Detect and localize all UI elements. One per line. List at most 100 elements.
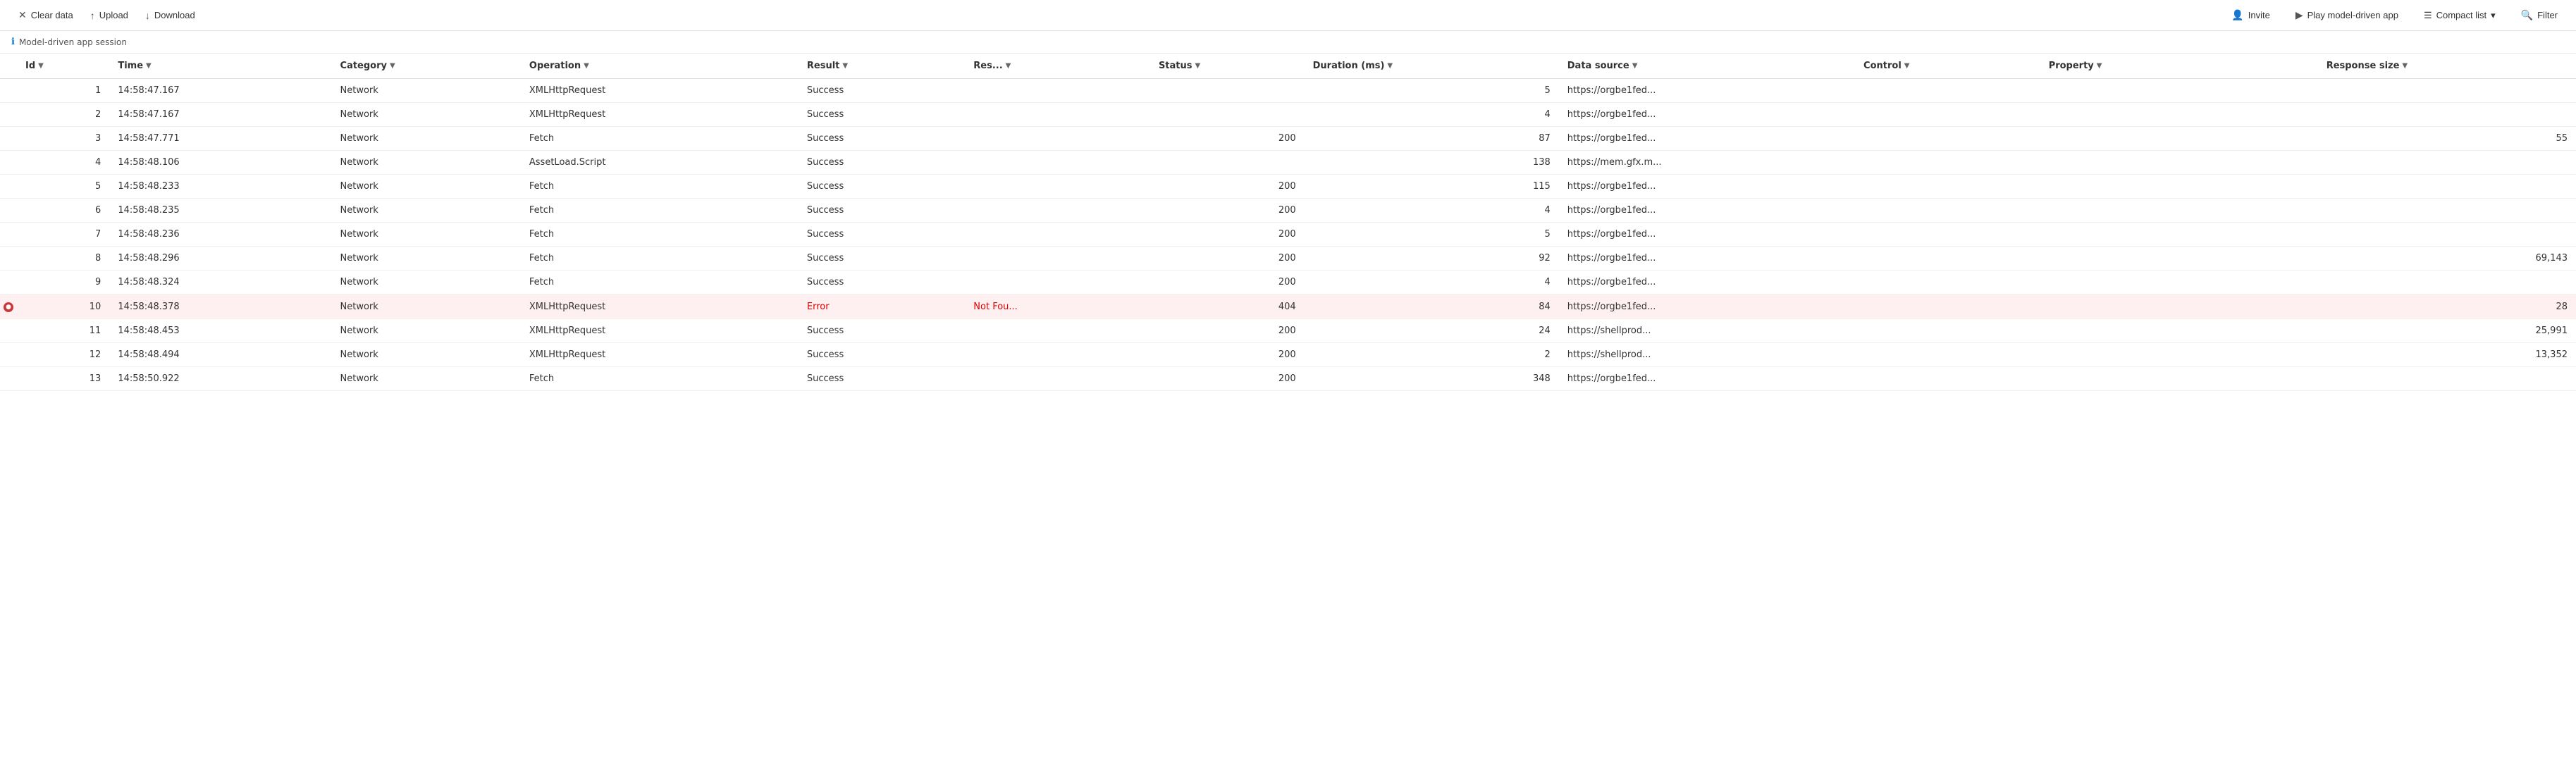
cell-result: Success (799, 247, 965, 271)
cell-operation: XMLHttpRequest (521, 343, 799, 367)
cell-datasource: https://orgbe1fed... (1559, 223, 1855, 247)
row-indicator (0, 79, 17, 103)
cell-operation: Fetch (521, 223, 799, 247)
sort-icon-property: ▼ (2097, 62, 2102, 70)
cell-status: 200 (1150, 127, 1305, 151)
download-button[interactable]: ↓ Download (138, 6, 202, 25)
play-model-driven-button[interactable]: ▶ Play model-driven app (2288, 6, 2405, 25)
table-row[interactable]: 614:58:48.235NetworkFetchSuccess2004http… (0, 199, 2576, 223)
cell-id: 7 (17, 223, 109, 247)
cell-property (2040, 79, 2318, 103)
chevron-down-icon: ▾ (2491, 10, 2496, 21)
table-row[interactable]: 914:58:48.324NetworkFetchSuccess2004http… (0, 271, 2576, 295)
table-row[interactable]: ●1014:58:48.378NetworkXMLHttpRequestErro… (0, 295, 2576, 319)
row-indicator (0, 127, 17, 151)
table-row[interactable]: 514:58:48.233NetworkFetchSuccess200115ht… (0, 175, 2576, 199)
th-operation[interactable]: Operation ▼ (521, 54, 799, 79)
table-row[interactable]: 1114:58:48.453NetworkXMLHttpRequestSucce… (0, 319, 2576, 343)
cell-res (965, 343, 1150, 367)
cell-id: 12 (17, 343, 109, 367)
cell-property (2040, 151, 2318, 175)
cell-duration: 87 (1305, 127, 1559, 151)
filter-button[interactable]: 🔍 Filter (2514, 6, 2565, 25)
cell-operation: Fetch (521, 271, 799, 295)
cell-status: 200 (1150, 223, 1305, 247)
table-container: Id ▼ Time ▼ Category ▼ (0, 54, 2576, 768)
cell-duration: 4 (1305, 271, 1559, 295)
table-body: 114:58:47.167NetworkXMLHttpRequestSucces… (0, 79, 2576, 391)
th-result[interactable]: Result ▼ (799, 54, 965, 79)
cell-datasource: https://orgbe1fed... (1559, 79, 1855, 103)
table-row[interactable]: 814:58:48.296NetworkFetchSuccess20092htt… (0, 247, 2576, 271)
table-row[interactable]: 314:58:47.771NetworkFetchSuccess20087htt… (0, 127, 2576, 151)
row-indicator (0, 247, 17, 271)
th-status-label: Status (1159, 61, 1193, 71)
clear-data-icon: ✕ (18, 9, 27, 21)
cell-res (965, 271, 1150, 295)
cell-operation: XMLHttpRequest (521, 319, 799, 343)
th-duration[interactable]: Duration (ms) ▼ (1305, 54, 1559, 79)
cell-id: 13 (17, 367, 109, 391)
cell-responsesize: 25,991 (2318, 319, 2576, 343)
cell-responsesize: 13,352 (2318, 343, 2576, 367)
cell-category: Network (332, 103, 521, 127)
row-indicator: ● (0, 295, 17, 319)
toolbar-left: ✕ Clear data ↑ Upload ↓ Download (11, 6, 202, 25)
clear-data-button[interactable]: ✕ Clear data (11, 6, 80, 25)
cell-status: 200 (1150, 271, 1305, 295)
table-row[interactable]: 414:58:48.106NetworkAssetLoad.ScriptSucc… (0, 151, 2576, 175)
cell-control (1855, 151, 2040, 175)
cell-time: 14:58:48.236 (109, 223, 331, 247)
th-status[interactable]: Status ▼ (1150, 54, 1305, 79)
cell-duration: 5 (1305, 79, 1559, 103)
cell-duration: 348 (1305, 367, 1559, 391)
invite-button[interactable]: 👤 Invite (2224, 6, 2277, 25)
cell-time: 14:58:48.233 (109, 175, 331, 199)
cell-time: 14:58:48.324 (109, 271, 331, 295)
cell-control (1855, 319, 2040, 343)
cell-control (1855, 271, 2040, 295)
cell-duration: 4 (1305, 103, 1559, 127)
table-row[interactable]: 114:58:47.167NetworkXMLHttpRequestSucces… (0, 79, 2576, 103)
sort-icon-category: ▼ (390, 62, 395, 70)
upload-label: Upload (99, 10, 128, 20)
th-id[interactable]: Id ▼ (17, 54, 109, 79)
cell-result: Success (799, 127, 965, 151)
cell-result: Success (799, 79, 965, 103)
cell-control (1855, 127, 2040, 151)
cell-category: Network (332, 175, 521, 199)
cell-time: 14:58:47.771 (109, 127, 331, 151)
cell-property (2040, 175, 2318, 199)
cell-category: Network (332, 151, 521, 175)
table-row[interactable]: 1214:58:48.494NetworkXMLHttpRequestSucce… (0, 343, 2576, 367)
compact-list-button[interactable]: ☰ Compact list ▾ (2417, 6, 2503, 25)
row-indicator (0, 175, 17, 199)
th-datasource[interactable]: Data source ▼ (1559, 54, 1855, 79)
th-res[interactable]: Res... ▼ (965, 54, 1150, 79)
sort-icon-responsesize: ▼ (2402, 62, 2408, 70)
th-control[interactable]: Control ▼ (1855, 54, 2040, 79)
cell-time: 14:58:48.106 (109, 151, 331, 175)
cell-result: Success (799, 367, 965, 391)
th-category[interactable]: Category ▼ (332, 54, 521, 79)
cell-control (1855, 199, 2040, 223)
th-time[interactable]: Time ▼ (109, 54, 331, 79)
th-responsesize[interactable]: Response size ▼ (2318, 54, 2576, 79)
cell-control (1855, 175, 2040, 199)
sort-icon-id: ▼ (38, 62, 44, 70)
cell-res (965, 127, 1150, 151)
cell-operation: Fetch (521, 367, 799, 391)
table-row[interactable]: 1314:58:50.922NetworkFetchSuccess200348h… (0, 367, 2576, 391)
cell-responsesize (2318, 199, 2576, 223)
table-row[interactable]: 714:58:48.236NetworkFetchSuccess2005http… (0, 223, 2576, 247)
clear-data-label: Clear data (31, 10, 73, 20)
cell-control (1855, 223, 2040, 247)
cell-id: 8 (17, 247, 109, 271)
th-property[interactable]: Property ▼ (2040, 54, 2318, 79)
table-row[interactable]: 214:58:47.167NetworkXMLHttpRequestSucces… (0, 103, 2576, 127)
cell-responsesize: 28 (2318, 295, 2576, 319)
upload-button[interactable]: ↑ Upload (83, 6, 135, 25)
row-indicator (0, 367, 17, 391)
cell-operation: Fetch (521, 199, 799, 223)
row-indicator (0, 199, 17, 223)
